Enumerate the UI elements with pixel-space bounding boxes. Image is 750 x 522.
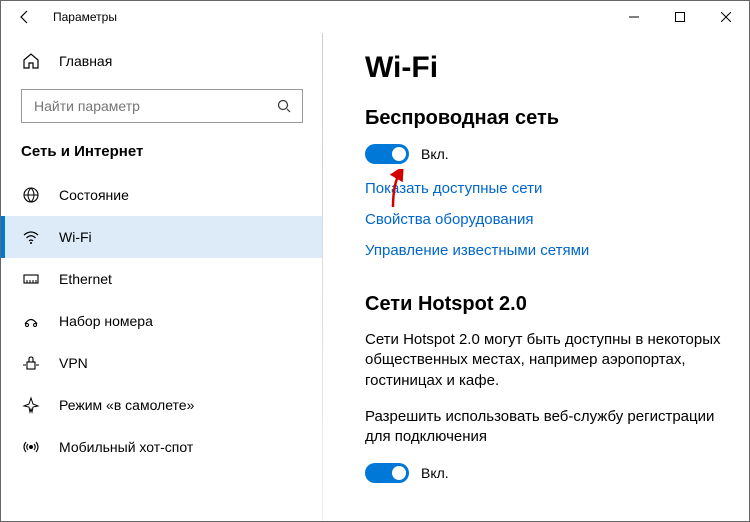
- sidebar-item-vpn[interactable]: VPN: [1, 342, 323, 384]
- sidebar-item-label: Wi-Fi: [59, 229, 92, 245]
- content-pane: Wi-Fi Беспроводная сеть Вкл. Показать до…: [323, 33, 749, 521]
- sidebar-item-label: Ethernet: [59, 271, 112, 287]
- vpn-icon: [21, 353, 41, 373]
- maximize-button[interactable]: [657, 1, 703, 33]
- hotspot-toggle-row: Вкл.: [365, 463, 727, 483]
- dialup-icon: [21, 311, 41, 331]
- minimize-button[interactable]: [611, 1, 657, 33]
- maximize-icon: [675, 12, 685, 22]
- window-controls: [611, 1, 749, 33]
- toggle-knob: [392, 147, 406, 161]
- sidebar-item-status[interactable]: Состояние: [1, 174, 323, 216]
- settings-window: Параметры Главная: [0, 0, 750, 522]
- sidebar-home[interactable]: Главная: [1, 41, 323, 81]
- hotspot-icon: [21, 437, 41, 457]
- wifi-toggle-label: Вкл.: [421, 146, 449, 162]
- globe-icon: [21, 185, 41, 205]
- sidebar-item-label: Режим «в самолете»: [59, 397, 194, 413]
- sidebar-item-ethernet[interactable]: Ethernet: [1, 258, 323, 300]
- sidebar-search[interactable]: [21, 89, 303, 123]
- ethernet-icon: [21, 269, 41, 289]
- window-body: Главная Сеть и Интернет Состояние Wi: [1, 33, 749, 521]
- window-title: Параметры: [53, 10, 117, 24]
- sidebar-item-label: Состояние: [59, 187, 129, 203]
- close-icon: [721, 12, 731, 22]
- link-show-networks[interactable]: Показать доступные сети: [365, 180, 727, 197]
- toggle-knob: [392, 466, 406, 480]
- page-title: Wi-Fi: [365, 51, 727, 85]
- search-icon: [276, 98, 292, 114]
- close-button[interactable]: [703, 1, 749, 33]
- sidebar-section-header: Сеть и Интернет: [1, 137, 323, 174]
- hotspot-allow-text: Разрешить использовать веб-службу регист…: [365, 407, 727, 448]
- sidebar-item-dialup[interactable]: Набор номера: [1, 300, 323, 342]
- wifi-icon: [21, 227, 41, 247]
- sidebar-home-label: Главная: [59, 53, 112, 69]
- hotspot-description: Сети Hotspot 2.0 могут быть доступны в н…: [365, 330, 727, 391]
- minimize-icon: [629, 12, 639, 22]
- home-icon: [21, 51, 41, 71]
- airplane-icon: [21, 395, 41, 415]
- wifi-toggle-row: Вкл.: [365, 144, 727, 164]
- hotspot-heading: Сети Hotspot 2.0: [365, 293, 727, 316]
- sidebar-item-airplane[interactable]: Режим «в самолете»: [1, 384, 323, 426]
- sidebar-item-label: Набор номера: [59, 313, 153, 329]
- hotspot-toggle-label: Вкл.: [421, 465, 449, 481]
- link-manage-known[interactable]: Управление известными сетями: [365, 242, 727, 259]
- sidebar-item-label: VPN: [59, 355, 88, 371]
- hotspot-toggle[interactable]: [365, 463, 409, 483]
- back-button[interactable]: [9, 1, 41, 33]
- sidebar-item-hotspot[interactable]: Мобильный хот-спот: [1, 426, 323, 468]
- sidebar-item-wifi[interactable]: Wi-Fi: [1, 216, 323, 258]
- sidebar: Главная Сеть и Интернет Состояние Wi: [1, 33, 323, 521]
- search-input[interactable]: [32, 97, 276, 115]
- link-hardware-props[interactable]: Свойства оборудования: [365, 211, 727, 228]
- arrow-left-icon: [17, 9, 33, 25]
- wireless-heading: Беспроводная сеть: [365, 107, 727, 130]
- titlebar: Параметры: [1, 1, 749, 33]
- wifi-toggle[interactable]: [365, 144, 409, 164]
- sidebar-item-label: Мобильный хот-спот: [59, 439, 193, 455]
